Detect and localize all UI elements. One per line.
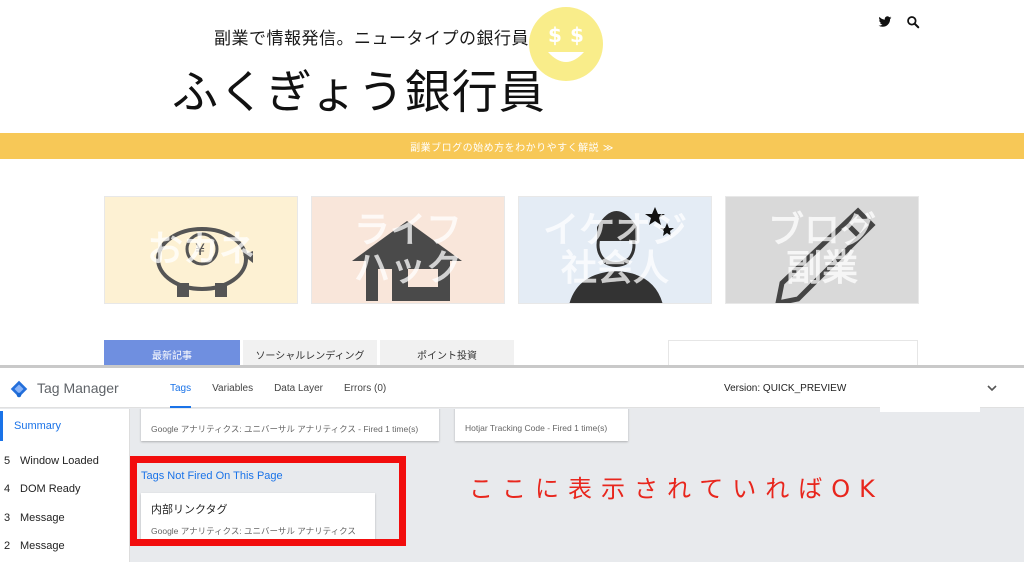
event-name: Window Loaded — [20, 455, 99, 467]
category-card-money[interactable]: ¥ おカネ — [104, 196, 298, 304]
event-item[interactable]: 5 Window Loaded — [4, 455, 99, 467]
category-label: イケオジ 社会人 — [542, 210, 687, 289]
category-card-blog[interactable]: ブログ 副業 — [725, 196, 919, 304]
event-number: 2 — [4, 540, 11, 552]
search-icon[interactable] — [906, 14, 920, 29]
event-name: Message — [20, 512, 65, 524]
category-card-ikeoji[interactable]: イケオジ 社会人 — [518, 196, 712, 304]
article-tabs: 最新記事 ソーシャルレンディング ポイント投資 — [104, 340, 514, 366]
event-number: 4 — [4, 483, 11, 495]
annotation-note: ここに表示されていればOK — [469, 475, 884, 503]
highlight-box — [130, 456, 406, 546]
product-name: Tag Manager — [37, 380, 119, 396]
category-label: おカネ — [146, 229, 255, 270]
screenshot: 副業で情報発信。ニュータイプの銀行員。 ふくぎょう銀行員 $ $ 副業ブログの始… — [0, 0, 1024, 562]
tab-tags[interactable]: Tags — [170, 368, 192, 408]
tab-social-lending[interactable]: ソーシャルレンディング — [243, 340, 377, 366]
tab-errors[interactable]: Errors (0) — [344, 368, 386, 408]
event-name: Message — [20, 540, 65, 552]
tag-manager-tabs: Tags Variables Data Layer Errors (0) — [170, 368, 386, 408]
version-label: Version: QUICK_PREVIEW — [724, 383, 847, 394]
fired-tag-card[interactable]: Hotjar Tracking Code - Fired 1 time(s) — [455, 409, 628, 441]
category-grid: ¥ おカネ ライフ ハック イケオジ 社会人 ブログ 副業 — [104, 196, 919, 304]
event-name: DOM Ready — [20, 483, 81, 495]
site-tagline: 副業で情報発信。ニュータイプの銀行員。 — [214, 29, 547, 49]
sidebar-item-summary[interactable]: Summary — [0, 411, 129, 441]
tab-point-investment[interactable]: ポイント投資 — [380, 340, 514, 366]
tab-variables[interactable]: Variables — [212, 368, 253, 408]
svg-text:$: $ — [548, 23, 562, 47]
twitter-icon[interactable] — [878, 14, 892, 28]
tag-manager-logo-icon — [10, 380, 28, 398]
sidebar-widget — [668, 340, 918, 366]
event-item[interactable]: 4 DOM Ready — [4, 483, 81, 495]
tag-fired-summary: Google アナリティクス: ユニバーサル アナリティクス - Fired 1… — [151, 424, 419, 434]
event-item[interactable]: 2 Message — [4, 540, 65, 552]
tag-fired-summary: Hotjar Tracking Code - Fired 1 time(s) — [465, 423, 608, 433]
blog-page: 副業で情報発信。ニュータイプの銀行員。 ふくぎょう銀行員 $ $ 副業ブログの始… — [0, 0, 1024, 366]
event-sidebar: Summary 5 Window Loaded 4 DOM Ready 3 Messa… — [0, 409, 130, 562]
header-patch — [880, 406, 980, 412]
promo-banner[interactable]: 副業ブログの始め方をわかりやすく解説 ≫ — [0, 133, 1024, 159]
smiley-money-icon: $ $ — [529, 7, 603, 81]
event-item[interactable]: 3 Message — [4, 512, 65, 524]
category-label: ブログ 副業 — [767, 210, 876, 289]
fired-tag-card[interactable]: Google アナリティクス: ユニバーサル アナリティクス - Fired 1… — [141, 409, 439, 441]
category-label: ライフ ハック — [353, 210, 462, 289]
tab-data-layer[interactable]: Data Layer — [274, 368, 323, 408]
chevron-down-icon[interactable] — [986, 383, 998, 393]
category-card-lifehack[interactable]: ライフ ハック — [311, 196, 505, 304]
banner-text: 副業ブログの始め方をわかりやすく解説 ≫ — [410, 142, 614, 154]
event-number: 5 — [4, 455, 11, 467]
event-number: 3 — [4, 512, 11, 524]
tab-latest[interactable]: 最新記事 — [104, 340, 240, 366]
svg-text:$: $ — [570, 23, 584, 47]
site-title[interactable]: ふくぎょう銀行員 — [172, 56, 546, 122]
social-icons — [878, 14, 920, 29]
tag-manager-header: Tag Manager Tags Variables Data Layer Er… — [0, 368, 1024, 408]
